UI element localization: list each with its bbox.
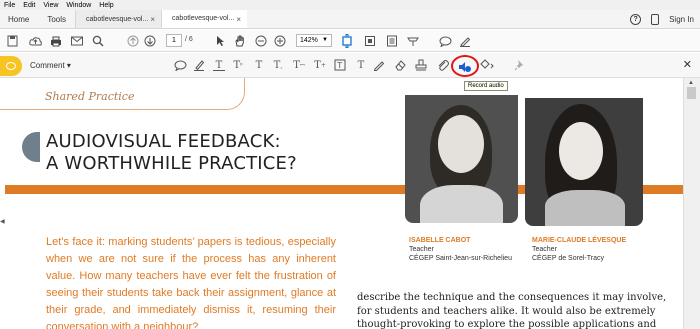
- zoom-in-icon[interactable]: [273, 34, 287, 48]
- title-decoration: [22, 132, 40, 162]
- tab-document-2[interactable]: cabotlevesque-vol... ×: [161, 10, 248, 28]
- tab-tools[interactable]: Tools: [38, 10, 75, 28]
- left-scroll-arrow-icon[interactable]: ◀: [0, 218, 5, 225]
- tab-home[interactable]: Home: [0, 10, 38, 28]
- menu-edit[interactable]: Edit: [23, 2, 35, 9]
- replace-text-icon[interactable]: T: [252, 58, 266, 72]
- record-audio-tooltip: Record audio: [464, 81, 508, 91]
- page-number-input[interactable]: 1: [166, 34, 182, 47]
- email-icon[interactable]: [70, 34, 84, 48]
- search-icon[interactable]: [91, 34, 105, 48]
- insert-text-icon[interactable]: T ‸: [271, 58, 285, 72]
- lead-paragraph: Let’s face it: marking students’ papers …: [46, 236, 336, 329]
- scroll-thumb[interactable]: [687, 87, 696, 99]
- read-mode-icon[interactable]: [406, 34, 420, 48]
- text-annotation-icon[interactable]: T: [354, 58, 368, 72]
- scroll-mode-icon[interactable]: [385, 34, 399, 48]
- body-line: for students and teachers alike. It woul…: [357, 305, 656, 317]
- comment-menu-label: Comment: [30, 61, 65, 70]
- fit-page-icon[interactable]: [340, 34, 354, 48]
- zoom-out-icon[interactable]: [254, 34, 268, 48]
- eraser-icon[interactable]: [393, 58, 407, 72]
- sticky-note-icon[interactable]: [173, 58, 187, 72]
- scroll-up-icon[interactable]: ▲: [688, 80, 694, 86]
- add-text-icon[interactable]: T +: [313, 58, 327, 72]
- mobile-link-icon[interactable]: [651, 13, 660, 25]
- print-icon[interactable]: [49, 34, 63, 48]
- drawing-tools-icon[interactable]: [480, 58, 494, 72]
- next-page-icon[interactable]: [143, 34, 157, 48]
- stamp-icon[interactable]: [414, 58, 428, 72]
- author-name-1: ISABELLE CABOT: [409, 237, 471, 244]
- close-tab-icon[interactable]: ×: [236, 15, 241, 24]
- tab-bar: Home Tools cabotlevesque-vol... × cabotl…: [0, 10, 700, 29]
- comment-menu[interactable]: Comment ▾: [30, 61, 71, 70]
- menu-window[interactable]: Window: [66, 2, 91, 9]
- cloud-upload-icon[interactable]: [28, 34, 42, 48]
- chevron-down-icon: ▼: [322, 37, 328, 43]
- svg-text:T: T: [336, 61, 342, 70]
- main-toolbar: 1 / 6 142% ▼: [0, 30, 700, 52]
- article-title-line-2: A WORTHWHILE PRACTICE?: [46, 153, 297, 174]
- author-role-2: Teacher: [532, 246, 557, 253]
- sign-pen-icon[interactable]: [458, 34, 472, 48]
- menu-view[interactable]: View: [43, 2, 58, 9]
- select-cursor-icon[interactable]: [213, 34, 227, 48]
- strikethrough-text-icon[interactable]: Tᵖ: [231, 58, 245, 72]
- text-correction-icon[interactable]: Tꟷ: [292, 58, 306, 72]
- tab-document-1-label: cabotlevesque-vol...: [86, 15, 149, 23]
- rotate-view-icon[interactable]: [363, 34, 377, 48]
- body-line: thought-provoking to explore the possibl…: [357, 319, 657, 329]
- author-photo-1: [405, 95, 518, 223]
- create-pdf-icon[interactable]: [5, 34, 19, 48]
- close-comment-toolbar-icon[interactable]: ✕: [683, 58, 692, 71]
- author-role-1: Teacher: [409, 246, 434, 253]
- pin-icon[interactable]: [513, 58, 527, 72]
- author-photo-2: [525, 98, 643, 226]
- attach-file-icon[interactable]: [436, 58, 450, 72]
- author-affiliation-2: CÉGEP de Sorel-Tracy: [532, 255, 604, 262]
- section-label: Shared Practice: [45, 90, 135, 103]
- text-box-icon[interactable]: T: [333, 58, 347, 72]
- previous-page-icon[interactable]: [126, 34, 140, 48]
- body-text: describe the technique and the consequen…: [357, 291, 677, 329]
- close-tab-icon[interactable]: ×: [150, 15, 155, 24]
- author-affiliation-1: CÉGEP Saint-Jean-sur-Richelieu: [409, 255, 512, 262]
- tab-document-2-label: cabotlevesque-vol...: [172, 15, 235, 22]
- zoom-level-value: 142%: [300, 37, 318, 44]
- article-title-line-1: AUDIOVISUAL FEEDBACK:: [46, 131, 281, 152]
- document-viewport[interactable]: ◀ Shared Practice AUDIOVISUAL FEEDBACK: …: [0, 78, 700, 329]
- menu-help[interactable]: Help: [99, 2, 113, 9]
- vertical-scrollbar[interactable]: ▲: [683, 78, 700, 329]
- menu-file[interactable]: File: [4, 2, 15, 9]
- pencil-icon[interactable]: [372, 58, 386, 72]
- comment-tool-icon[interactable]: [438, 34, 452, 48]
- highlight-icon[interactable]: [192, 58, 206, 72]
- help-icon[interactable]: ?: [630, 13, 642, 25]
- menu-bar: File Edit View Window Help: [0, 0, 700, 10]
- underline-text-icon[interactable]: T: [212, 58, 226, 72]
- author-name-2: MARIE-CLAUDE LÉVESQUE: [532, 237, 627, 244]
- comment-toolbar: Comment ▾ T Tᵖ T T ‸ Tꟷ T + T T ✕: [0, 53, 700, 78]
- page-total: / 6: [185, 36, 193, 43]
- tabbar-right: ? Sign In: [630, 10, 700, 28]
- hand-tool-icon[interactable]: [233, 34, 247, 48]
- record-audio-highlight: [451, 55, 479, 77]
- author-caption-1: ISABELLE CABOT Teacher CÉGEP Saint-Jean-…: [409, 236, 512, 263]
- sign-in-link[interactable]: Sign In: [669, 15, 694, 24]
- tab-document-1[interactable]: cabotlevesque-vol... ×: [75, 10, 162, 28]
- author-caption-2: MARIE-CLAUDE LÉVESQUE Teacher CÉGEP de S…: [532, 236, 626, 263]
- comment-pane-icon[interactable]: [0, 56, 22, 76]
- body-line: describe the technique and the consequen…: [357, 292, 667, 303]
- zoom-level-select[interactable]: 142% ▼: [296, 34, 332, 47]
